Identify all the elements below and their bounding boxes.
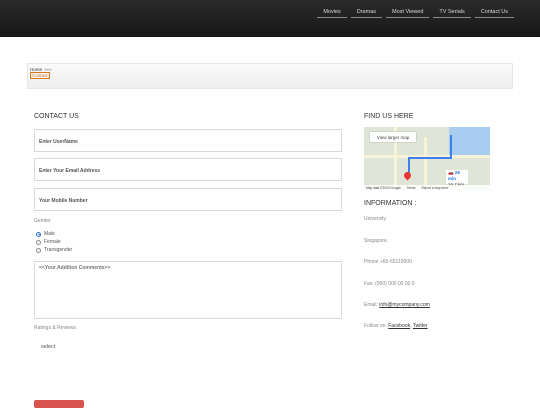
car-icon: 🚗 xyxy=(448,170,454,175)
info-fax: Fax: (000) 000 00 00 0 xyxy=(364,281,415,287)
email-label: Email: xyxy=(364,302,378,308)
view-larger-map-button[interactable]: View larger map xyxy=(370,132,416,142)
location-map[interactable]: View larger map 🚗 26 min 16.7 km Map dat… xyxy=(364,127,490,190)
info-city: Singapore. xyxy=(364,238,389,244)
gender-label: Gender xyxy=(34,218,51,224)
nav-most-viewed[interactable]: Most Viewed xyxy=(386,9,430,18)
route-info: 🚗 26 min 16.7 km xyxy=(446,170,468,187)
map-terms-link[interactable]: Terms xyxy=(407,186,416,190)
username-field[interactable] xyxy=(34,129,342,153)
submit-button[interactable] xyxy=(34,400,84,408)
twitter-link[interactable]: Twitter xyxy=(413,323,428,329)
nav-contact-us[interactable]: Contact Us xyxy=(474,9,514,18)
gender-option-label: Male xyxy=(44,231,55,237)
radio-checked-icon[interactable] xyxy=(36,231,41,237)
mobile-field[interactable] xyxy=(34,188,342,212)
location-pin-icon xyxy=(402,170,413,181)
contact-title: CONTACT US xyxy=(34,113,79,120)
map-route xyxy=(408,157,452,159)
info-follow: Follow on: Facebook, Twitter xyxy=(364,323,428,329)
gender-option-transgender[interactable]: Transgender xyxy=(36,247,72,253)
email-link[interactable]: info@mycompany.com xyxy=(379,302,430,308)
email-field[interactable] xyxy=(34,158,342,182)
map-water xyxy=(449,127,490,157)
nav-tv-serials[interactable]: TV Serials xyxy=(433,9,471,18)
nav-dramas[interactable]: Dramas xyxy=(350,9,383,18)
info-email: Email: info@mycompany.com xyxy=(364,302,430,308)
info-phone: Phone +65-65110000 xyxy=(364,259,412,265)
comments-field[interactable] xyxy=(34,261,342,319)
ratings-label: Ratings & Reviews xyxy=(34,325,76,331)
radio-unchecked-icon[interactable] xyxy=(36,247,41,253)
ratings-select[interactable]: select xyxy=(41,344,55,350)
map-credit: Map data ©2023 Google Terms Report a map… xyxy=(364,185,490,190)
gender-option-label: Female xyxy=(44,239,61,245)
nav-movies[interactable]: Movies xyxy=(317,9,347,18)
gender-option-label: Transgender xyxy=(44,247,73,253)
breadcrumb: Home »»» Contact xyxy=(27,63,513,89)
map-credit-data: Map data ©2023 Google xyxy=(366,185,401,190)
follow-label: Follow on: xyxy=(364,323,387,329)
info-university: University xyxy=(364,216,386,222)
map-road xyxy=(424,137,427,190)
main-nav: Movies Dramas Most Viewed TV Serials Con… xyxy=(313,9,514,18)
username-input[interactable] xyxy=(35,131,341,153)
breadcrumb-current: Contact xyxy=(30,72,50,79)
information-title: INFORMATION : xyxy=(364,200,417,207)
map-report-link[interactable]: Report a map error xyxy=(421,186,448,190)
email-input[interactable] xyxy=(35,160,341,182)
find-us-title: FIND US HERE xyxy=(364,113,414,120)
radio-unchecked-icon[interactable] xyxy=(36,239,41,245)
map-route xyxy=(450,135,452,159)
comments-textarea[interactable] xyxy=(35,262,341,318)
facebook-link[interactable]: Facebook xyxy=(388,323,410,329)
gender-option-male[interactable]: Male xyxy=(36,231,55,237)
gender-option-female[interactable]: Female xyxy=(36,239,61,245)
top-bar: Movies Dramas Most Viewed TV Serials Con… xyxy=(0,0,540,37)
mobile-input[interactable] xyxy=(35,190,341,212)
